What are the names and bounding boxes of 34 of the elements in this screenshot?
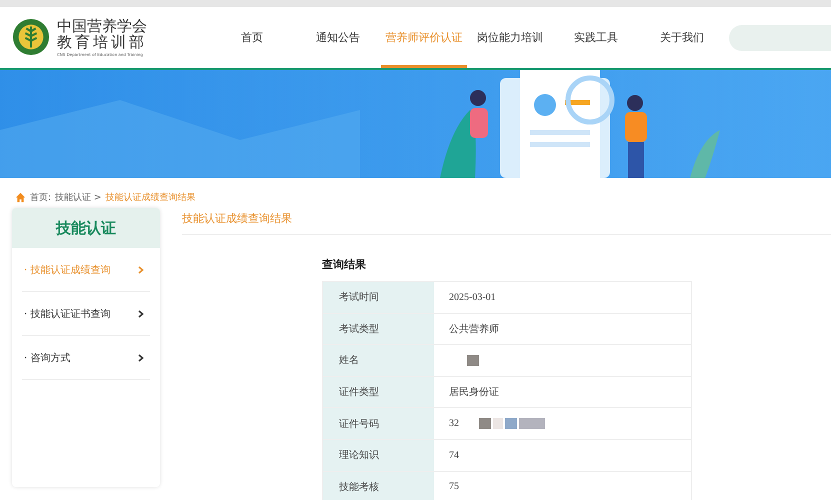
table-cell: 2025-03-01 [449,292,496,303]
redaction-mark [467,354,479,366]
table-cell-text: 居民身份证 [449,386,499,400]
sidebar-item[interactable]: · 咨询方式 [22,336,150,380]
nav-tab[interactable]: 岗位能力培训 [467,7,554,68]
nav-tab[interactable]: 首页 [209,7,296,68]
sidebar-item[interactable]: · 技能认证证书查询 [22,292,150,336]
table-cell-text: 公共营养师 [449,322,499,336]
breadcrumb-link[interactable]: 首页: [30,190,52,204]
section-title: 技能认证成绩查询结果 [182,208,831,235]
chevron-right-icon [138,310,144,318]
home-icon [15,192,26,202]
table-cell: 32 [449,418,459,430]
redaction-mark [479,418,545,430]
wheat-emblem-icon [12,18,50,56]
table-cell: 考试时间 [323,282,434,313]
result-title: 查询结果 [322,257,367,272]
table-cell: 姓名 [323,345,434,376]
nav-tab[interactable]: 通知公告 [295,7,382,68]
table-cell: 理论知识 [323,440,434,471]
breadcrumb-link[interactable]: 技能认证 > [55,190,102,204]
chevron-right-icon [138,266,144,274]
sidebar-title: 技能认证 [12,208,160,248]
table-cell: 考试类型 [323,314,434,344]
table-cell: 证件类型 [323,376,434,408]
chevron-right-icon [138,354,144,362]
organization-name: 中国营养学会 [57,18,147,34]
nav-tab[interactable]: 实践工具 [553,7,640,68]
table-cell: 证件号码 [323,408,434,439]
department-name: 教育培训部 [57,34,147,51]
table-cell: 74 [449,450,459,461]
nav-tab[interactable]: 关于我们 [639,7,726,68]
table-cell: 技能考核 [323,472,434,500]
table-cell: 75 [449,481,459,492]
